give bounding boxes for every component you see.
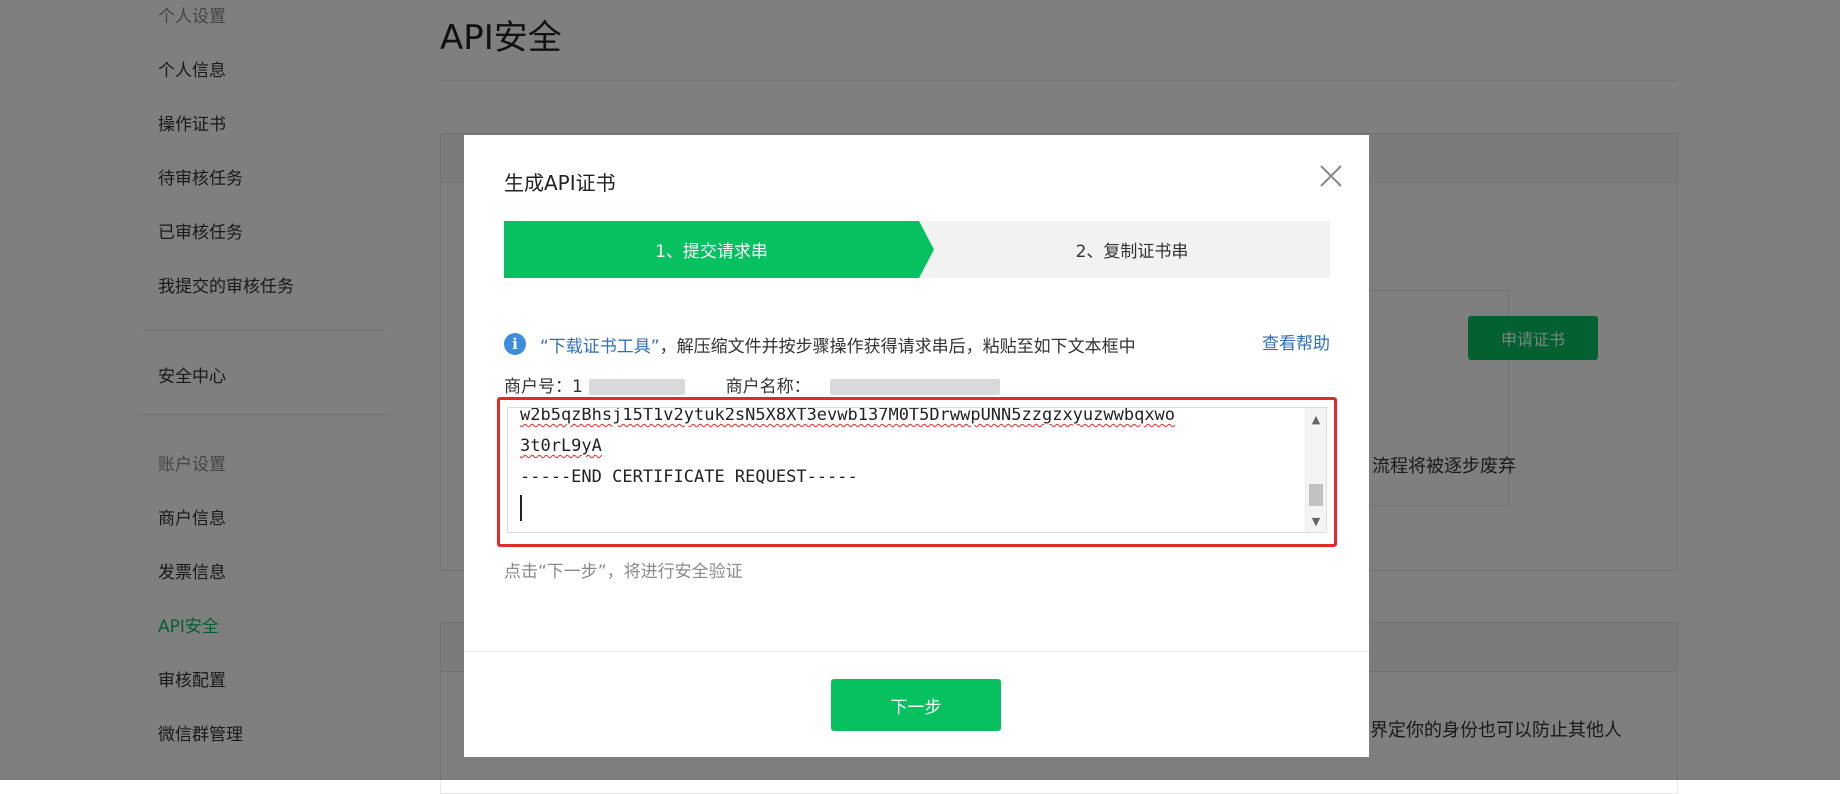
- help-link[interactable]: 查看帮助: [1262, 330, 1330, 358]
- masked-merchant-id: [588, 379, 685, 395]
- text-caret: [520, 495, 522, 521]
- scroll-down-arrow-icon[interactable]: ▼: [1306, 512, 1326, 530]
- step-indicator: 1、提交请求串 2、复制证书串: [504, 221, 1330, 278]
- generate-cert-dialog: 生成API证书 1、提交请求串 2、复制证书串 i “下载证书工具” ，解压缩文…: [464, 135, 1369, 757]
- instruction-text: ，解压缩文件并按步骤操作获得请求串后，粘贴至如下文本框中: [659, 336, 1136, 357]
- masked-merchant-name: [830, 379, 1001, 395]
- textarea-line: 3t0rL9yA: [520, 436, 602, 456]
- step-submit-request: 1、提交请求串: [655, 242, 768, 262]
- request-string-textarea[interactable]: w2b5qzBhsj15T1v2ytuk2sN5X8XT3evwb137M0T5…: [507, 407, 1327, 533]
- merchant-row: 商户号：1 商户名称：: [504, 372, 1001, 398]
- dialog-title: 生成API证书: [504, 171, 616, 195]
- close-icon[interactable]: [1315, 160, 1347, 192]
- info-row: i “下载证书工具” ，解压缩文件并按步骤操作获得请求串后，粘贴至如下文本框中 …: [504, 330, 1330, 358]
- textarea-line: w2b5qzBhsj15T1v2ytuk2sN5X8XT3evwb137M0T5…: [520, 407, 1176, 425]
- footer-divider: [464, 651, 1369, 652]
- step-copy-certificate: 2、复制证书串: [1075, 242, 1189, 262]
- textarea-line: -----END CERTIFICATE REQUEST-----: [520, 467, 858, 487]
- merchant-id-label: 商户号：: [504, 377, 572, 397]
- merchant-id-value: 1: [572, 377, 583, 397]
- security-verification-hint: 点击“下一步”，将进行安全验证: [504, 562, 743, 582]
- textarea-content: w2b5qzBhsj15T1v2ytuk2sN5X8XT3evwb137M0T5…: [520, 407, 1280, 524]
- download-tool-link[interactable]: “下载证书工具”: [540, 332, 660, 357]
- scroll-thumb[interactable]: [1309, 484, 1323, 506]
- info-icon: i: [504, 333, 526, 355]
- textarea-scrollbar[interactable]: ▲ ▼: [1305, 408, 1326, 532]
- merchant-name-label: 商户名称：: [725, 377, 811, 397]
- highlight-box: w2b5qzBhsj15T1v2ytuk2sN5X8XT3evwb137M0T5…: [497, 397, 1337, 547]
- next-step-button[interactable]: 下一步: [831, 679, 1001, 731]
- scroll-up-arrow-icon[interactable]: ▲: [1306, 410, 1326, 428]
